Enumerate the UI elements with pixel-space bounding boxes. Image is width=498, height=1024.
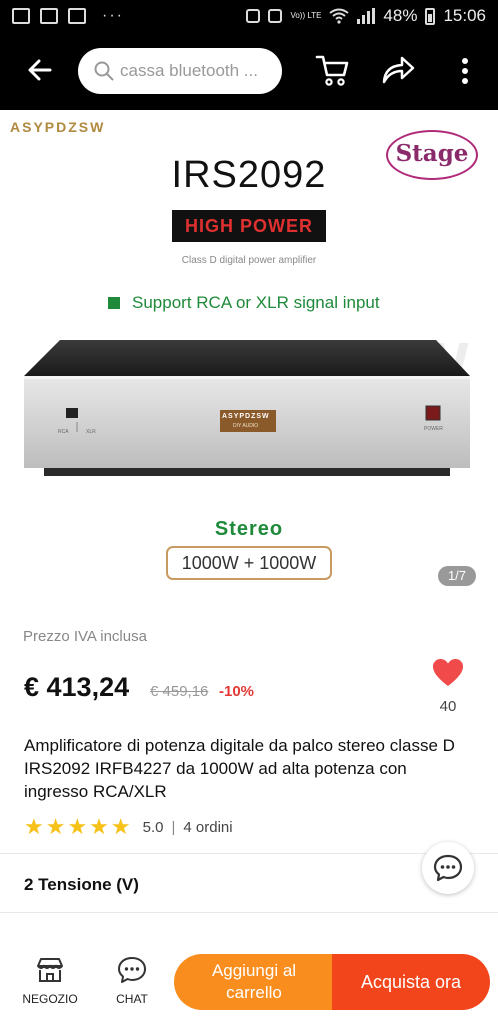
wishlist-heart-icon[interactable] bbox=[432, 658, 464, 688]
divider bbox=[0, 853, 498, 854]
gallery-icon bbox=[40, 8, 58, 24]
stage-badge: Stage bbox=[386, 130, 478, 180]
cart-icon[interactable] bbox=[314, 52, 350, 88]
bottom-action-bar: NEGOZIO CHAT Aggiungi al carrello Acquis… bbox=[0, 940, 498, 1024]
divider bbox=[0, 912, 498, 913]
store-icon bbox=[37, 958, 63, 982]
current-price: € 413,24 bbox=[24, 672, 130, 702]
status-notifications: ··· bbox=[12, 7, 124, 25]
discount-badge: -10% bbox=[219, 683, 255, 700]
calendar-icon bbox=[68, 8, 86, 24]
green-square-icon bbox=[108, 297, 120, 309]
status-bar: ··· Vo)) LTE 48% 15:06 bbox=[0, 0, 498, 32]
support-text: Support RCA or XLR signal input bbox=[132, 293, 380, 312]
brand-logo: ASYPDZSW bbox=[10, 119, 106, 135]
rating-value: 5.0 bbox=[142, 818, 164, 836]
chat-bubble-icon bbox=[433, 854, 463, 882]
shop-label: NEGOZIO bbox=[22, 992, 78, 1006]
buy-now-button[interactable]: Acquista ora bbox=[332, 954, 490, 1010]
search-icon bbox=[94, 61, 114, 81]
device-brand-sub: DIY AUDIO bbox=[233, 423, 259, 429]
app-bar: cassa bluetooth ... bbox=[0, 32, 498, 110]
message-icon bbox=[12, 8, 30, 24]
add-to-cart-button[interactable]: Aggiungi al carrello bbox=[174, 954, 334, 1010]
battery-icon bbox=[425, 7, 436, 25]
power-label: POWER bbox=[424, 426, 443, 432]
chat-label: CHAT bbox=[116, 992, 148, 1006]
wattage-badge: 1000W + 1000W bbox=[166, 546, 332, 580]
stereo-label: Stereo bbox=[214, 518, 284, 540]
search-placeholder: cassa bluetooth ... bbox=[120, 61, 258, 80]
rating-row[interactable]: ★★★★★ 5.0 | 4 ordini bbox=[24, 814, 233, 840]
search-input[interactable]: cassa bluetooth ... bbox=[78, 48, 282, 94]
orders-count: 4 ordini bbox=[183, 818, 233, 836]
chat-tab[interactable]: CHAT bbox=[100, 956, 164, 1006]
status-system: Vo)) LTE 48% 15:06 bbox=[246, 6, 486, 26]
clock: 15:06 bbox=[443, 6, 486, 25]
xlr-label: XLR bbox=[86, 429, 96, 435]
battery-percent: 48% bbox=[383, 6, 418, 25]
shop-tab[interactable]: NEGOZIO bbox=[18, 956, 82, 1006]
chat-icon bbox=[118, 957, 146, 983]
alarm-icon bbox=[268, 9, 283, 23]
network-type: Vo)) LTE bbox=[290, 11, 322, 20]
product-subtitle: Class D digital power amplifier bbox=[181, 255, 317, 266]
rating-separator: | bbox=[171, 818, 176, 836]
more-options-icon[interactable] bbox=[456, 56, 474, 86]
more-notifications-icon: ··· bbox=[102, 7, 124, 24]
wifi-icon bbox=[329, 8, 350, 24]
signal-icon bbox=[357, 8, 376, 24]
high-power-banner: HIGH POWER bbox=[172, 210, 326, 242]
chat-fab-button[interactable] bbox=[422, 842, 474, 894]
rating-stars: ★★★★★ bbox=[24, 814, 133, 839]
option-voltage[interactable]: 2 Tensione (V) bbox=[24, 875, 139, 895]
image-pager: 1/7 bbox=[438, 566, 476, 586]
lock-icon bbox=[246, 9, 261, 23]
product-title: Amplificatore di potenza digitale da pal… bbox=[24, 736, 455, 801]
share-icon[interactable] bbox=[380, 54, 416, 86]
wishlist-count: 40 bbox=[439, 698, 457, 715]
rca-label: RCA bbox=[58, 429, 69, 435]
product-image-gallery[interactable]: ASYPDZSW IRS2092 Stage HIGH POWER Class … bbox=[0, 110, 498, 595]
original-price: € 459,16 bbox=[150, 683, 209, 700]
back-arrow-icon[interactable] bbox=[24, 54, 56, 86]
device-brand-plate: ASYPDZSW bbox=[222, 413, 270, 420]
support-note: Support RCA or XLR signal input bbox=[108, 293, 380, 313]
vat-label: Prezzo IVA inclusa bbox=[23, 628, 147, 645]
